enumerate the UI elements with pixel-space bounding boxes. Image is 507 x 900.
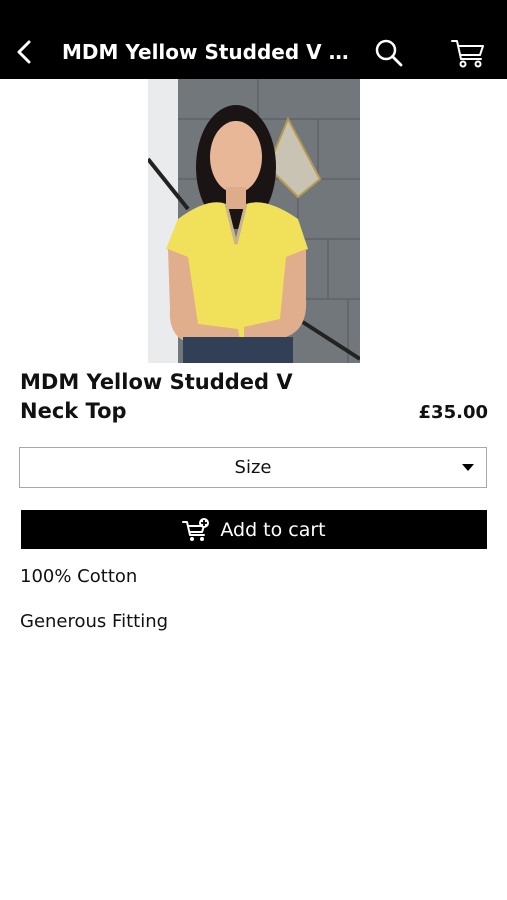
- shopping-cart-icon: [451, 40, 484, 68]
- description-line: Generous Fitting: [20, 611, 169, 632]
- product-image[interactable]: [148, 79, 360, 363]
- top-nav-bar: MDM Yellow Studded V Neck Top: [0, 0, 507, 79]
- size-dropdown-label: Size: [234, 457, 272, 478]
- search-button[interactable]: [372, 36, 406, 70]
- search-icon: [375, 39, 403, 67]
- back-button[interactable]: [8, 32, 40, 72]
- description-line: 100% Cotton: [20, 566, 138, 587]
- add-to-cart-button[interactable]: Add to cart: [21, 510, 487, 549]
- page-title: MDM Yellow Studded V Neck Top: [62, 40, 357, 64]
- cart-plus-icon: [182, 517, 210, 543]
- cart-button[interactable]: [448, 35, 488, 71]
- caret-down-icon: [462, 464, 474, 471]
- add-to-cart-label: Add to cart: [220, 518, 326, 541]
- chevron-left-icon: [17, 40, 31, 64]
- size-dropdown[interactable]: Size: [19, 447, 487, 488]
- product-name: MDM Yellow Studded V Neck Top: [20, 370, 293, 423]
- product-price: £35.00: [418, 402, 488, 423]
- product-photo: [148, 79, 360, 363]
